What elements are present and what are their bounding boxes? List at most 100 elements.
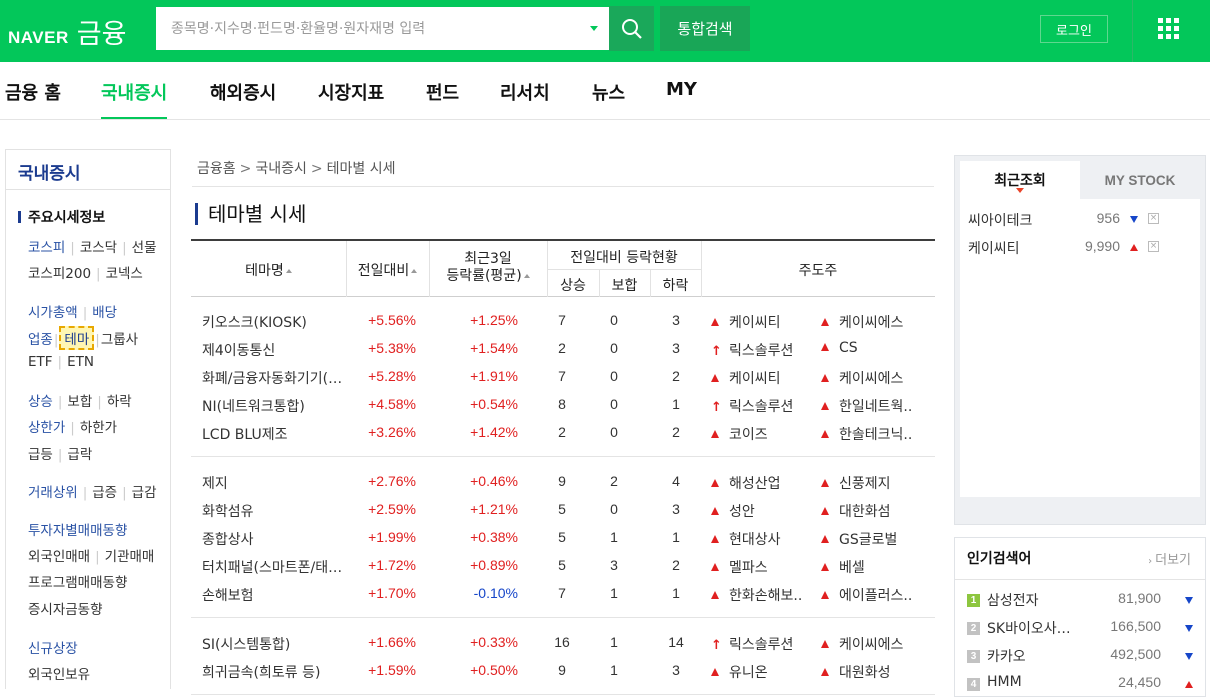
sidebar-item-etf[interactable]: ETF: [28, 354, 53, 370]
naver-finance-logo[interactable]: NAVER 금융: [8, 12, 126, 51]
search-input[interactable]: [157, 8, 577, 49]
delete-icon[interactable]: ×: [1148, 213, 1159, 224]
popular-search-item[interactable]: 1 삼성전자 81,900: [967, 590, 1199, 612]
more-link[interactable]: › 더보기: [1148, 549, 1191, 568]
sidebar-item-fall[interactable]: 하락: [107, 394, 132, 410]
sidebar-item-lower-limit[interactable]: 하한가: [80, 420, 117, 436]
sidebar-item-kospi[interactable]: 코스피: [28, 240, 65, 256]
sidebar-item-kosdaq[interactable]: 코스닥: [80, 240, 117, 256]
header-change[interactable]: 전일대비: [346, 260, 429, 280]
leader-stock-2[interactable]: 신풍제지: [821, 473, 917, 493]
theme-group: SI(시스템통합) +1.66% +0.33% 16 1 14 ↑ 릭스솔루션 케이씨에스 희귀금…: [191, 619, 935, 695]
tab-market-index[interactable]: 시장지표: [318, 79, 384, 119]
theme-name-link[interactable]: 화폐/금융자동화기기(…: [202, 368, 354, 388]
leader-stock-2[interactable]: 케이씨에스: [821, 312, 917, 332]
sidebar-item-market-funds[interactable]: 증시자금동향: [28, 602, 103, 618]
up-triangle-icon: [711, 668, 719, 676]
sidebar-item-market-cap[interactable]: 시가총액: [28, 305, 78, 321]
leader-stock-2[interactable]: 한일네트웍..: [821, 396, 917, 416]
sidebar-item-institution-trading[interactable]: 기관매매: [105, 549, 155, 565]
sidebar-item-surge[interactable]: 급등: [28, 447, 53, 463]
tab-my[interactable]: MY: [666, 79, 697, 119]
breadcrumb-home[interactable]: 금융홈: [197, 161, 236, 177]
tab-recent-view[interactable]: 최근조회: [960, 161, 1080, 199]
recent-item[interactable]: 씨아이테크 956 ×: [968, 210, 1198, 230]
tab-overseas[interactable]: 해외증시: [210, 79, 276, 119]
sidebar-item-plunge[interactable]: 급락: [67, 447, 92, 463]
breadcrumb-domestic[interactable]: 국내증시: [255, 161, 307, 177]
tab-news[interactable]: 뉴스: [592, 79, 625, 119]
leader-stock-1[interactable]: 유니온: [711, 662, 809, 682]
popular-search-item[interactable]: 2 SK바이오사… 166,500: [967, 618, 1199, 640]
leader-stock-1[interactable]: ↑ 릭스솔루션: [711, 396, 809, 416]
leader-stock-2[interactable]: GS글로벌: [821, 529, 917, 549]
autocomplete-toggle-icon[interactable]: [590, 26, 598, 31]
sidebar-item-volume-top[interactable]: 거래상위: [28, 485, 78, 501]
popular-search-item[interactable]: 4 HMM 24,450: [967, 674, 1199, 696]
sidebar-item-flat[interactable]: 보합: [67, 394, 92, 410]
leader-stock-2[interactable]: 대한화섬: [821, 501, 917, 521]
leader-stock-2[interactable]: 베셀: [821, 557, 917, 577]
up-arrow-icon: [1130, 244, 1138, 251]
leader-stock-2[interactable]: 한솔테크닉..: [821, 424, 917, 444]
total-search-button[interactable]: 통합검색: [660, 6, 750, 51]
theme-name-link[interactable]: SI(시스템통합): [202, 634, 354, 654]
theme-name-link[interactable]: 키오스크(KIOSK): [202, 312, 354, 332]
sidebar-item-kospi200[interactable]: 코스피200: [28, 266, 91, 282]
login-button[interactable]: 로그인: [1040, 15, 1108, 43]
theme-name-link[interactable]: LCD BLU제조: [202, 424, 354, 444]
tab-research[interactable]: 리서치: [500, 79, 550, 119]
leader-stock-2[interactable]: 케이씨에스: [821, 368, 917, 388]
sidebar-item-foreign-holding[interactable]: 외국인보유: [28, 667, 90, 683]
leader-stock-1[interactable]: 성안: [711, 501, 809, 521]
search-button[interactable]: [609, 6, 654, 51]
sidebar-item-foreign-trading[interactable]: 외국인매매: [28, 549, 90, 565]
sidebar-item-futures[interactable]: 선물: [132, 240, 157, 256]
sidebar-item-etn[interactable]: ETN: [67, 354, 94, 370]
theme-name-link[interactable]: 제지: [202, 473, 354, 493]
leader-stock-1[interactable]: 케이씨티: [711, 368, 809, 388]
leader-stock-1[interactable]: 멜파스: [711, 557, 809, 577]
theme-name-link[interactable]: NI(네트워크통합): [202, 396, 354, 416]
theme-name-link[interactable]: 종합상사: [202, 529, 354, 549]
leader-stock-1[interactable]: 현대상사: [711, 529, 809, 549]
service-menu-icon[interactable]: [1158, 18, 1179, 39]
tab-my-stock[interactable]: MY STOCK: [1080, 161, 1200, 199]
theme-name-link[interactable]: 희귀금속(희토류 등): [202, 662, 354, 682]
recent-item[interactable]: 케이씨티 9,990 ×: [968, 238, 1198, 258]
header-theme[interactable]: 테마명: [191, 260, 346, 280]
delete-icon[interactable]: ×: [1148, 241, 1159, 252]
leader-stock-1[interactable]: ↑ 릭스솔루션: [711, 634, 809, 654]
sidebar-item-konex[interactable]: 코넥스: [106, 266, 143, 282]
header-recent3[interactable]: 최근3일 등락률(평균): [429, 251, 547, 285]
leader-stock-1[interactable]: 한화손해보..: [711, 585, 809, 605]
sidebar-item-new-listing[interactable]: 신규상장: [28, 641, 78, 657]
sidebar-item-rise[interactable]: 상승: [28, 394, 53, 410]
leader-stock-1[interactable]: 해성산업: [711, 473, 809, 493]
leader-stock-2[interactable]: 케이씨에스: [821, 634, 917, 654]
tab-finance-home[interactable]: 금융 홈: [5, 79, 61, 119]
sidebar-item-upper-limit[interactable]: 상한가: [28, 420, 65, 436]
sidebar-item-program-trading[interactable]: 프로그램매매동향: [28, 575, 127, 591]
leader-stock-2[interactable]: 대원화성: [821, 662, 917, 682]
theme-name-link[interactable]: 제4이동통신: [202, 340, 354, 360]
tab-domestic[interactable]: 국내증시: [101, 79, 168, 119]
leader-stock-2[interactable]: 에이플러스..: [821, 585, 917, 605]
tab-fund[interactable]: 펀드: [426, 79, 459, 119]
theme-name-link[interactable]: 화학섬유: [202, 501, 354, 521]
leader-stock-1[interactable]: ↑ 릭스솔루션: [711, 340, 809, 360]
popular-search-item[interactable]: 3 카카오 492,500: [967, 646, 1199, 668]
leader-stock-1[interactable]: 케이씨티: [711, 312, 809, 332]
sidebar-item-theme[interactable]: 테마: [59, 326, 95, 350]
sidebar-item-dividend[interactable]: 배당: [92, 305, 117, 321]
sidebar-item-investor-trend[interactable]: 투자자별매매동향: [28, 523, 127, 539]
sidebar-item-volume-drop[interactable]: 급감: [132, 485, 157, 501]
leader-stock-1[interactable]: 코이즈: [711, 424, 809, 444]
leader-stock-2[interactable]: CS: [821, 340, 917, 356]
theme-name-link[interactable]: 손해보험: [202, 585, 354, 605]
sidebar-item-group[interactable]: 그룹사: [101, 332, 138, 348]
sidebar-item-volume-surge[interactable]: 급증: [92, 485, 117, 501]
fall-count: 2: [672, 424, 680, 440]
theme-name-link[interactable]: 터치패널(스마트폰/태…: [202, 557, 354, 577]
sidebar-item-industry[interactable]: 업종: [28, 332, 53, 348]
